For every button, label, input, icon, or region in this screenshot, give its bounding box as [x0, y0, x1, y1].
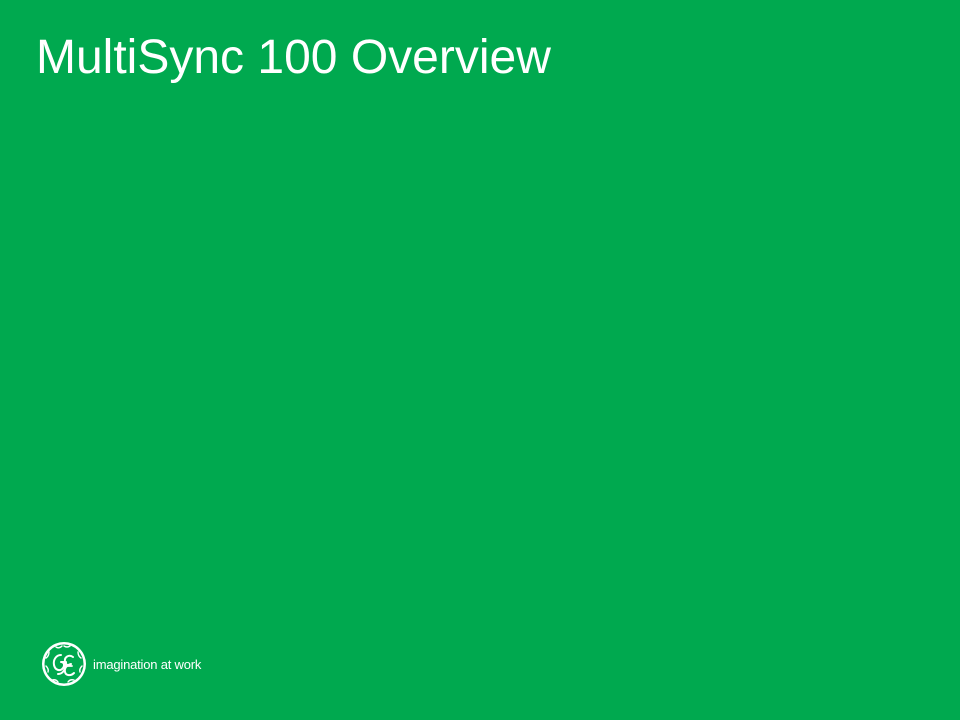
ge-logo-icon [42, 642, 86, 686]
tagline-text: imagination at work [93, 656, 202, 672]
presentation-slide: MultiSync 100 Overview imagination at wo… [0, 0, 960, 720]
slide-title: MultiSync 100 Overview [36, 31, 551, 84]
footer-brand: imagination at work [40, 640, 201, 688]
